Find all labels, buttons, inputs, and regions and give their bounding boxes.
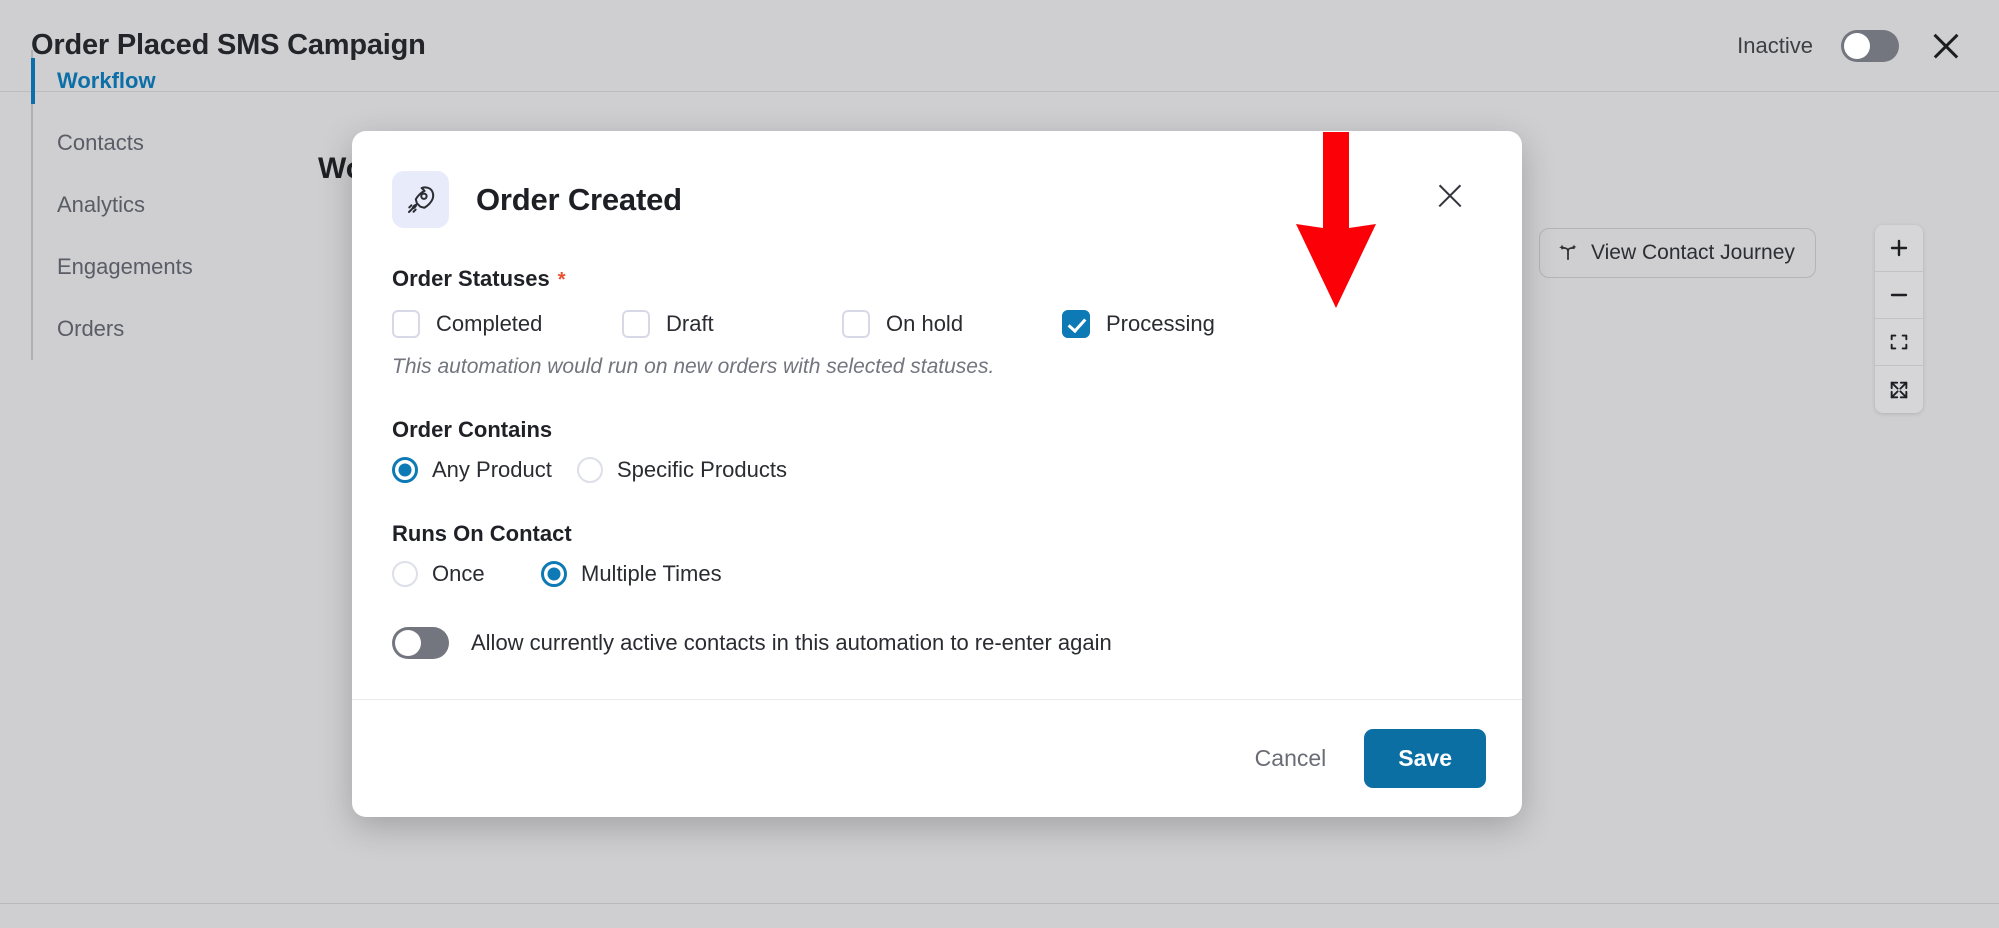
sidebar-item-label: Analytics (57, 192, 146, 217)
checkbox-label: Completed (436, 311, 543, 336)
checkbox-label: On hold (886, 311, 964, 336)
sidebar-item-label: Engagements (57, 254, 193, 279)
radio-label: Multiple Times (581, 561, 722, 586)
workspace-divider (0, 903, 1999, 904)
view-contact-journey-button[interactable]: View Contact Journey (1539, 228, 1816, 278)
radio-once[interactable]: Once (392, 561, 541, 587)
rocket-icon (392, 171, 449, 228)
runs-on-contact-section: Runs On Contact Once Multiple Times (392, 521, 1467, 587)
close-icon[interactable] (1927, 27, 1965, 65)
modal-body: Order Created Order Statuses * Completed (352, 131, 1522, 659)
re-enter-label: Allow currently active contacts in this … (471, 630, 1112, 655)
checkbox-box (1062, 310, 1090, 338)
order-created-modal: Order Created Order Statuses * Completed (352, 131, 1522, 817)
sidebar-item-workflow[interactable]: Workflow (31, 50, 291, 112)
order-statuses-label: Order Statuses * (392, 266, 1467, 292)
sidebar-item-analytics[interactable]: Analytics (33, 174, 291, 236)
radio-dot (392, 561, 418, 587)
required-marker: * (557, 269, 566, 291)
radio-dot (392, 457, 418, 483)
re-enter-row: Allow currently active contacts in this … (392, 627, 1467, 659)
zoom-in-button[interactable] (1875, 225, 1923, 272)
radio-dot (541, 561, 567, 587)
order-statuses-options: Completed Draft On hold Processing (392, 310, 1467, 338)
checkbox-on-hold[interactable]: On hold (842, 310, 1062, 338)
sidebar-item-contacts[interactable]: Contacts (33, 112, 291, 174)
app-root: Order Placed SMS Campaign Inactive Workf… (0, 0, 1999, 928)
sidebar: Workflow Contacts Analytics Engagements … (31, 50, 291, 360)
checkbox-box (622, 310, 650, 338)
fullscreen-icon[interactable] (1875, 366, 1923, 413)
active-status-toggle[interactable] (1841, 29, 1899, 62)
re-enter-toggle[interactable] (392, 627, 449, 659)
status-label: Inactive (1737, 32, 1813, 58)
radio-dot (577, 457, 603, 483)
top-bar-actions: Inactive (1737, 27, 1965, 65)
order-statuses-label-text: Order Statuses (392, 266, 550, 291)
checkbox-draft[interactable]: Draft (622, 310, 842, 338)
cancel-button[interactable]: Cancel (1255, 745, 1327, 772)
order-statuses-hint: This automation would run on new orders … (392, 355, 995, 378)
sidebar-item-engagements[interactable]: Engagements (33, 236, 291, 298)
save-button[interactable]: Save (1364, 729, 1486, 788)
zoom-controls (1875, 225, 1923, 413)
sidebar-item-orders[interactable]: Orders (33, 298, 291, 360)
sidebar-item-label: Orders (57, 316, 125, 341)
checkbox-box (392, 310, 420, 338)
top-bar: Order Placed SMS Campaign Inactive (0, 0, 1999, 92)
checkbox-completed[interactable]: Completed (392, 310, 622, 338)
checkbox-label: Processing (1106, 311, 1215, 336)
runs-on-contact-options: Once Multiple Times (392, 561, 1467, 587)
order-contains-options: Any Product Specific Products (392, 457, 1467, 483)
sidebar-item-label: Workflow (57, 68, 156, 93)
modal-header: Order Created (392, 171, 1467, 228)
radio-any-product[interactable]: Any Product (392, 457, 577, 483)
radio-specific-products[interactable]: Specific Products (577, 457, 787, 483)
toggle-knob (1844, 32, 1870, 59)
modal-close-icon[interactable] (1433, 179, 1467, 213)
view-contact-journey-label: View Contact Journey (1591, 241, 1795, 264)
radio-label: Specific Products (617, 457, 787, 482)
sidebar-item-label: Contacts (57, 130, 144, 155)
order-contains-label: Order Contains (392, 417, 553, 442)
checkbox-processing[interactable]: Processing (1062, 310, 1215, 338)
order-contains-section: Order Contains Any Product Specific Prod… (392, 417, 1467, 483)
order-statuses-section: Order Statuses * Completed Draft On hold (392, 266, 1467, 379)
radio-label: Once (432, 561, 485, 586)
contact-journey-icon (1556, 238, 1580, 268)
modal-title: Order Created (476, 181, 682, 217)
modal-footer: Cancel Save (352, 699, 1522, 817)
radio-multiple-times[interactable]: Multiple Times (541, 561, 722, 587)
checkbox-box (842, 310, 870, 338)
radio-label: Any Product (432, 457, 552, 482)
zoom-out-button[interactable] (1875, 272, 1923, 319)
fit-view-icon[interactable] (1875, 319, 1923, 366)
checkbox-label: Draft (666, 311, 714, 336)
toggle-knob (395, 630, 421, 656)
runs-on-contact-label: Runs On Contact (392, 521, 572, 546)
